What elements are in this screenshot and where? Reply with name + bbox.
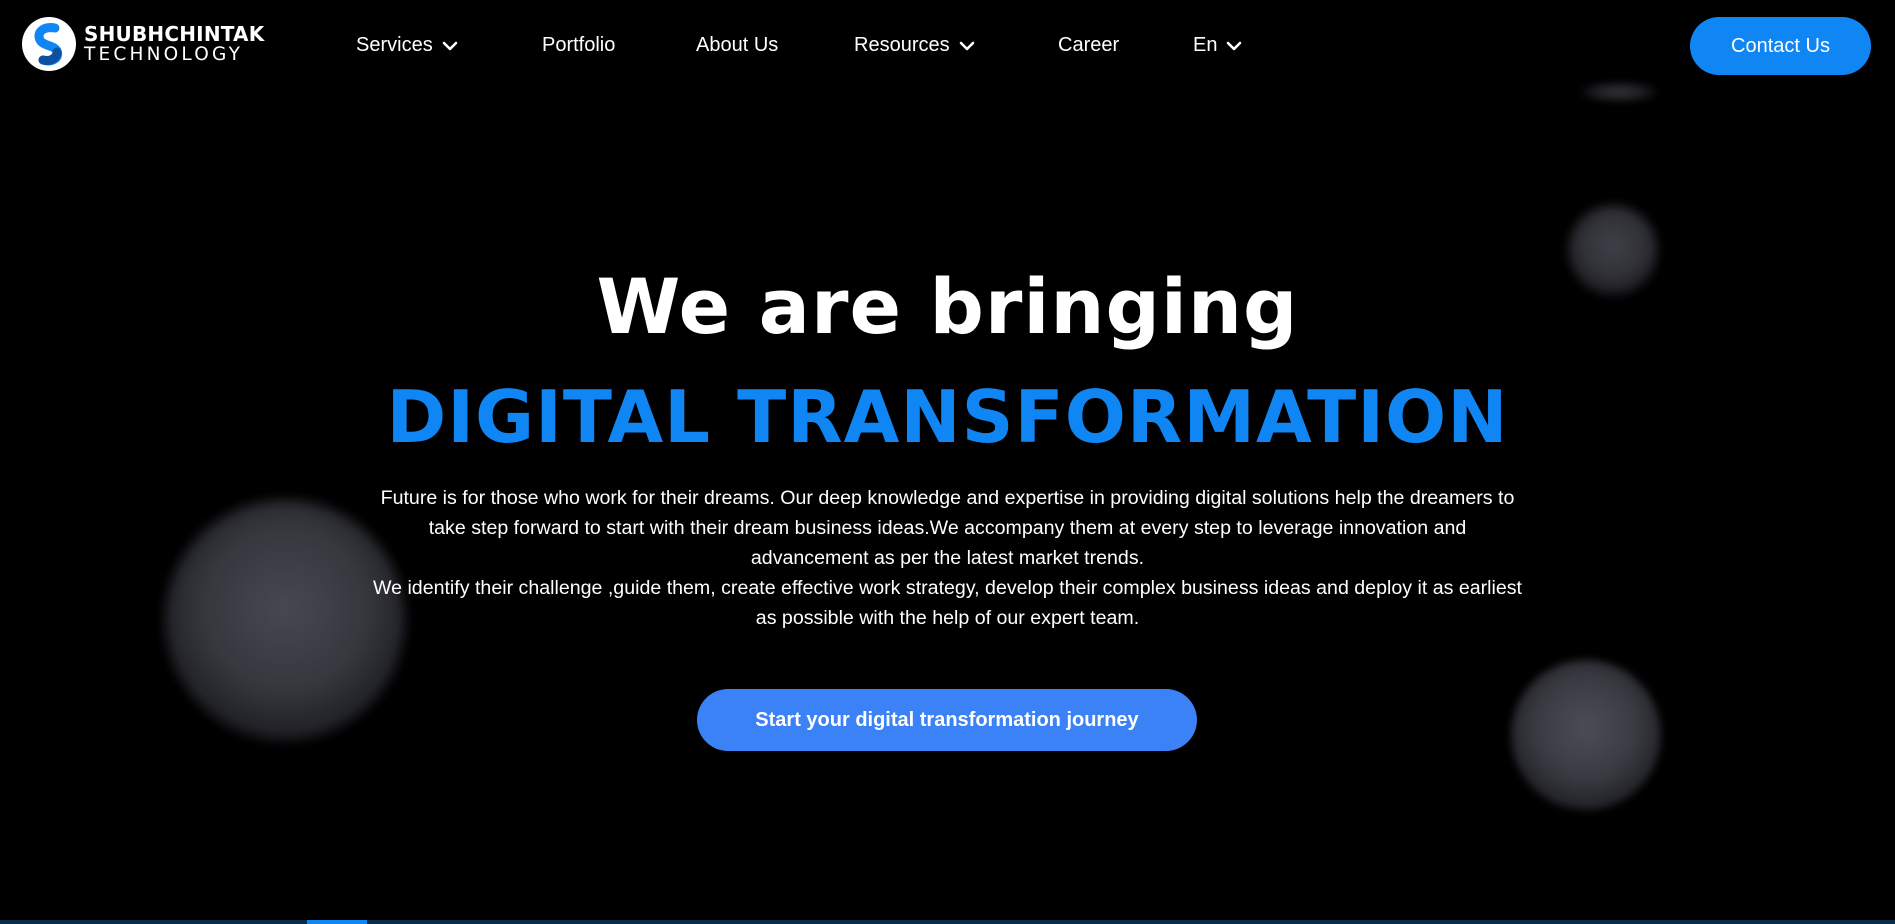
hero-subheadline: DIGITAL TRANSFORMATION [386, 375, 1509, 459]
site-header: SHUBHCHINTAK TECHNOLOGY Services Portfol… [0, 0, 1895, 95]
nav-item-label: About Us [696, 34, 779, 56]
hero-headline: We are bringing [596, 262, 1299, 351]
brand-name-bottom: TECHNOLOGY [84, 43, 244, 65]
contact-us-button[interactable]: Contact Us [1690, 17, 1871, 75]
decorative-orb [1511, 660, 1661, 810]
language-label: En [1193, 34, 1218, 56]
nav-item-label: Portfolio [542, 34, 616, 56]
hero-paragraph: We identify their challenge ,guide them,… [372, 577, 1523, 629]
nav-item-resources[interactable]: Resources [854, 34, 975, 57]
decorative-orb [165, 500, 405, 740]
s-logo-icon [22, 17, 76, 71]
start-journey-button[interactable]: Start your digital transformation journe… [697, 689, 1197, 751]
bottom-divider-accent [307, 920, 367, 924]
language-selector[interactable]: En [1193, 34, 1242, 57]
chevron-down-icon [442, 34, 458, 57]
nav-item-about-us[interactable]: About Us [696, 34, 778, 57]
chevron-down-icon [1226, 34, 1242, 57]
decorative-orb [1578, 84, 1660, 100]
hero-description: Future is for those who work for their d… [370, 483, 1525, 633]
nav-item-career[interactable]: Career [1058, 34, 1119, 57]
brand-logo[interactable]: SHUBHCHINTAK TECHNOLOGY [22, 17, 264, 71]
nav-item-label: Resources [854, 34, 950, 56]
nav-item-label: Services [356, 34, 433, 56]
nav-item-services[interactable]: Services [356, 34, 458, 57]
bottom-divider [0, 920, 1895, 924]
brand-name-top: SHUBHCHINTAK [84, 21, 265, 46]
brand-wordmark: SHUBHCHINTAK TECHNOLOGY [84, 24, 264, 65]
chevron-down-icon [959, 34, 975, 57]
hero-paragraph: Future is for those who work for their d… [380, 487, 1515, 569]
nav-item-portfolio[interactable]: Portfolio [542, 34, 615, 57]
nav-item-label: Career [1058, 34, 1120, 56]
